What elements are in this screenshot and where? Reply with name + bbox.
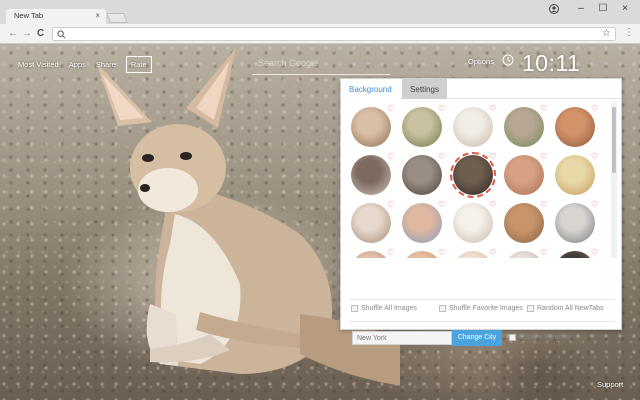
new-tab-button[interactable] — [106, 13, 128, 23]
background-thumbnail[interactable] — [555, 251, 595, 258]
favorite-heart-icon[interactable]: ♡ — [591, 152, 598, 161]
favorite-heart-icon[interactable]: ♡ — [489, 152, 496, 161]
favorite-heart-icon[interactable]: ♡ — [591, 200, 598, 209]
favorite-heart-icon[interactable]: ♡ — [438, 248, 445, 257]
apps-link[interactable]: Apps — [69, 60, 86, 73]
rate-button[interactable]: Rate — [125, 56, 152, 73]
favorite-heart-icon[interactable]: ♡ — [540, 104, 547, 113]
panel-tabs: Background Settings — [341, 79, 621, 99]
profile-icon[interactable] — [549, 4, 559, 14]
forward-icon[interactable]: → — [22, 28, 32, 39]
shuffle-all-checkbox[interactable] — [351, 305, 358, 312]
panel-scrollbar[interactable] — [611, 101, 617, 258]
shuffle-all-option[interactable]: Shuffle All Images — [351, 305, 417, 312]
background-thumbnail[interactable] — [504, 155, 544, 195]
panel-divider — [349, 299, 615, 300]
background-thumbnail[interactable] — [351, 203, 391, 243]
options-link[interactable]: Options — [468, 57, 494, 66]
background-thumbnail[interactable] — [453, 203, 493, 243]
favorite-heart-icon[interactable]: ♡ — [540, 152, 547, 161]
shuffle-all-label: Shuffle All Images — [361, 305, 417, 312]
background-thumbnail[interactable] — [450, 152, 496, 198]
browser-titlebar: New Tab × – ☐ × — [0, 0, 640, 24]
background-thumbnail[interactable] — [453, 251, 493, 258]
favorite-heart-icon[interactable]: ♡ — [387, 104, 394, 113]
favorite-heart-icon[interactable]: ♡ — [591, 248, 598, 257]
favorite-heart-icon[interactable]: ♡ — [438, 152, 445, 161]
shuffle-favorite-option[interactable]: Shuffle Favorite Images — [439, 305, 523, 312]
clock-time: 10:11 — [522, 50, 581, 76]
shuffle-favorite-label: Shuffle Favorite Images — [449, 305, 523, 312]
favorite-heart-icon[interactable]: ♡ — [438, 200, 445, 209]
tab-new-tab[interactable]: New Tab × — [6, 9, 106, 24]
shuffle-favorite-checkbox[interactable] — [439, 305, 446, 312]
back-icon[interactable]: ← — [8, 28, 18, 39]
share-link[interactable]: Share — [96, 60, 116, 73]
favorite-heart-icon[interactable]: ♡ — [489, 200, 496, 209]
background-thumbnail[interactable] — [402, 155, 442, 195]
tab-title: New Tab — [14, 11, 44, 20]
background-thumbnail[interactable] — [351, 155, 391, 195]
tab-settings[interactable]: Settings — [402, 79, 447, 99]
top-links: Most Visited Apps Share Rate — [18, 56, 152, 73]
clock-icon — [502, 54, 514, 66]
random-all-label: Random All NewTabs — [537, 305, 604, 312]
background-thumbnail[interactable] — [555, 203, 595, 243]
favorite-heart-icon[interactable]: ♡ — [540, 200, 547, 209]
close-window-icon[interactable]: × — [618, 3, 632, 14]
favorite-heart-icon[interactable]: ♡ — [387, 248, 394, 257]
background-thumbnail[interactable] — [504, 203, 544, 243]
random-all-checkbox[interactable] — [527, 305, 534, 312]
background-thumbnail[interactable] — [351, 251, 391, 258]
reload-icon[interactable]: C — [37, 28, 44, 39]
favorite-heart-icon[interactable]: ♡ — [387, 200, 394, 209]
search-input[interactable]: Search Google — [258, 58, 318, 68]
favorite-heart-icon[interactable]: ♡ — [438, 104, 445, 113]
favorite-heart-icon[interactable]: ♡ — [387, 152, 394, 161]
disable-weather-checkbox[interactable] — [509, 334, 516, 341]
browser-menu-icon[interactable]: ⋮ — [624, 27, 634, 38]
background-thumbnail[interactable] — [402, 203, 442, 243]
most-visited-link[interactable]: Most Visited — [18, 60, 59, 73]
background-thumbnail[interactable] — [555, 155, 595, 195]
favorite-heart-icon[interactable]: ♡ — [540, 248, 547, 257]
address-bar[interactable]: ☆ — [52, 27, 616, 41]
favorite-heart-icon[interactable]: ♡ — [489, 248, 496, 257]
background-thumbnail-grid: ♡ ♡ ♡ ♡ ♡ ♡ ♡ ♡ ♡ ♡ ♡ ♡ ♡ ♡ ♡ ♡ ♡ ♡ ♡ ♡ — [341, 101, 611, 258]
support-link[interactable]: Support — [597, 380, 623, 389]
browser-toolbar: ← → C ☆ ⋮ — [0, 24, 640, 44]
tab-close-icon[interactable]: × — [95, 11, 100, 20]
favorite-heart-icon[interactable]: ♡ — [591, 104, 598, 113]
background-thumbnail[interactable] — [504, 251, 544, 258]
background-thumbnail[interactable] — [402, 251, 442, 258]
minimize-icon[interactable]: – — [574, 3, 588, 14]
scrollbar-thumb[interactable] — [612, 107, 616, 173]
background-thumbnail[interactable] — [453, 107, 493, 147]
disable-weather-label: Disable Weather — [519, 334, 571, 341]
background-thumbnail[interactable] — [504, 107, 544, 147]
maximize-icon[interactable]: ☐ — [596, 3, 610, 14]
panel-divider-lower — [349, 321, 615, 322]
background-thumbnail[interactable] — [402, 107, 442, 147]
background-thumbnail[interactable] — [555, 107, 595, 147]
background-thumbnail[interactable] — [351, 107, 391, 147]
tab-background[interactable]: Background — [341, 79, 400, 99]
city-input[interactable] — [352, 331, 452, 345]
random-all-option[interactable]: Random All NewTabs — [527, 305, 604, 312]
disable-weather-option[interactable]: Disable Weather — [509, 334, 571, 341]
change-city-button[interactable]: Change City — [452, 330, 502, 346]
new-tab-page: Most Visited Apps Share Rate Search Goog… — [0, 44, 640, 400]
search-underline — [252, 74, 390, 75]
favorite-heart-icon[interactable]: ♡ — [489, 104, 496, 113]
options-panel: Background Settings ♡ ♡ ♡ ♡ ♡ ♡ ♡ ♡ ♡ ♡ ♡ ♡ ♡ ♡ ♡ ♡ ♡ ♡ ♡ ♡… — [340, 78, 622, 346]
bookmark-star-icon[interactable]: ☆ — [602, 28, 611, 39]
search-icon — [57, 30, 66, 39]
